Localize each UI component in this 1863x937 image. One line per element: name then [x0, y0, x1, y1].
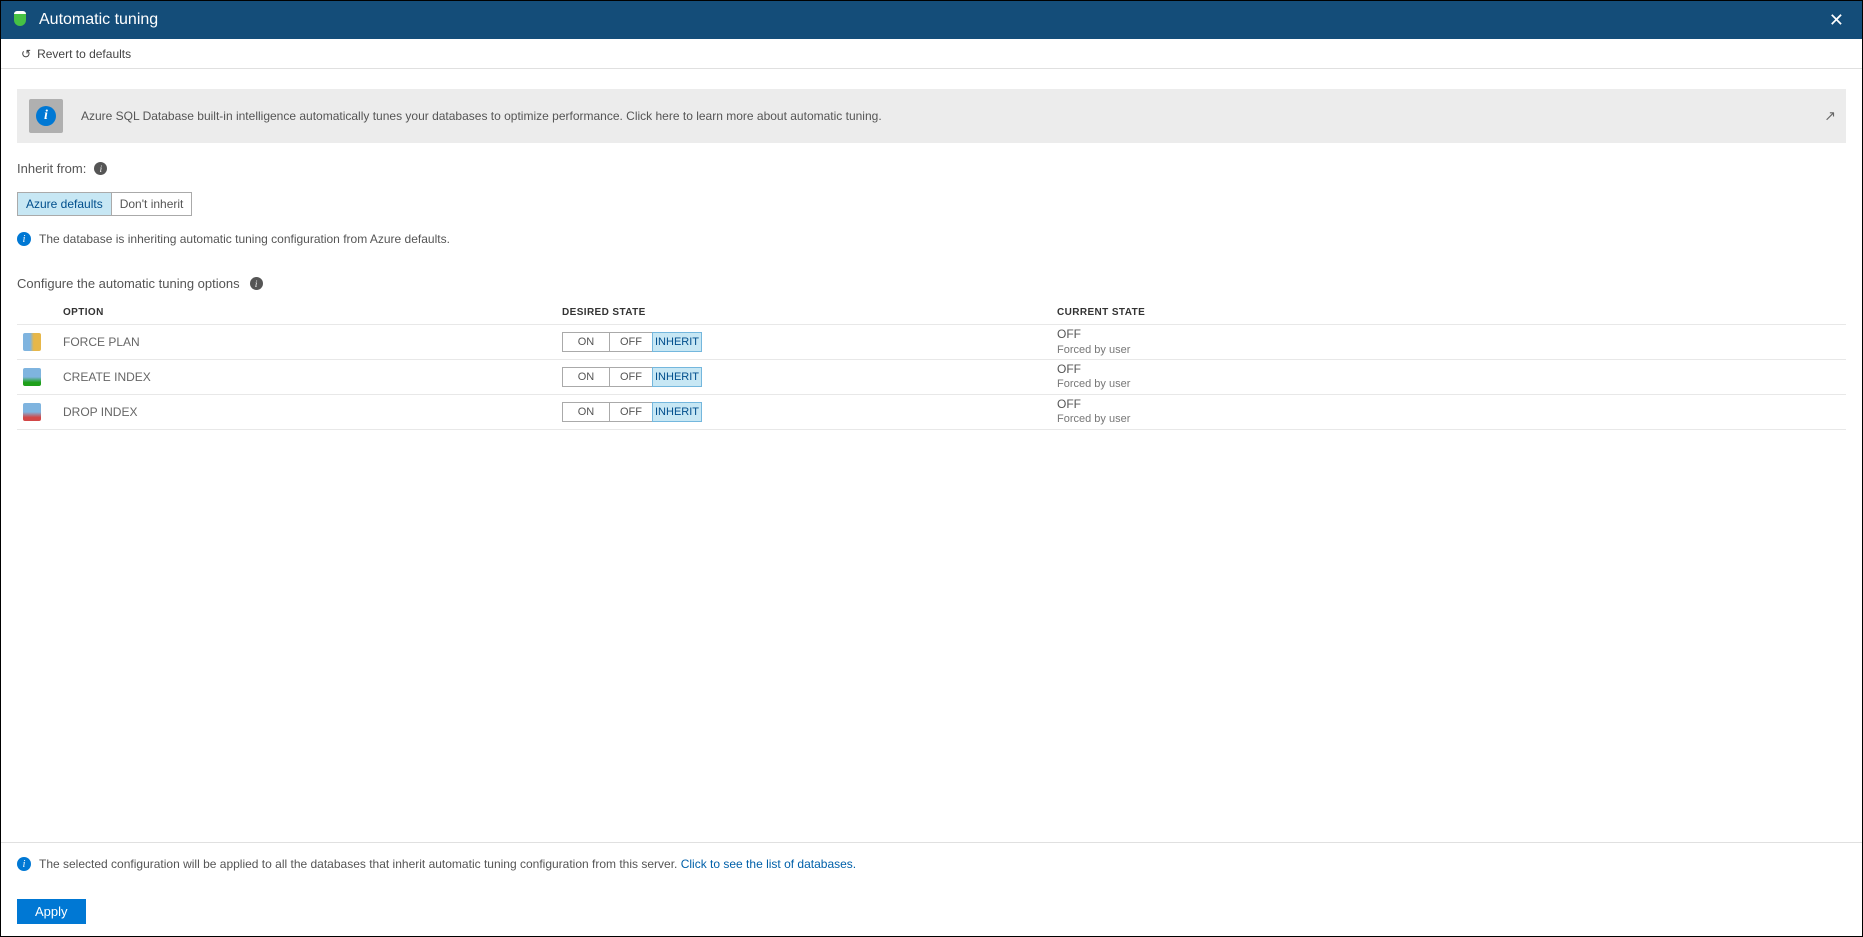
banner-text: Azure SQL Database built-in intelligence… — [81, 109, 882, 123]
drop-index-icon — [23, 403, 41, 421]
inherit-azure-defaults[interactable]: Azure defaults — [18, 193, 111, 215]
info-dot-icon[interactable]: i — [250, 277, 263, 290]
apply-button[interactable]: Apply — [17, 899, 86, 924]
force-plan-icon — [23, 333, 41, 351]
create-index-icon — [23, 368, 41, 386]
close-icon[interactable]: ✕ — [1821, 6, 1852, 35]
state-off[interactable]: OFF — [610, 367, 652, 387]
table-row: CREATE INDEX ON OFF INHERIT OFF Forced b… — [17, 360, 1846, 395]
header-option: OPTION — [17, 307, 562, 318]
info-badge: i — [29, 99, 63, 133]
table-row: DROP INDEX ON OFF INHERIT OFF Forced by … — [17, 395, 1846, 430]
state-on[interactable]: ON — [562, 402, 610, 422]
inherit-status: i The database is inheriting automatic t… — [17, 232, 1846, 246]
table-header: OPTION DESIRED STATE CURRENT STATE — [17, 301, 1846, 325]
inherit-dont-inherit[interactable]: Don't inherit — [111, 193, 192, 215]
undo-icon: ↺ — [21, 47, 31, 61]
state-on[interactable]: ON — [562, 332, 610, 352]
state-inherit[interactable]: INHERIT — [652, 402, 702, 422]
state-toggle: ON OFF INHERIT — [562, 402, 702, 422]
page-title: Automatic tuning — [39, 11, 158, 29]
state-inherit[interactable]: INHERIT — [652, 332, 702, 352]
info-banner[interactable]: i Azure SQL Database built-in intelligen… — [17, 89, 1846, 143]
state-off[interactable]: OFF — [610, 332, 652, 352]
toolbar: ↺ Revert to defaults — [1, 39, 1862, 69]
info-icon: i — [36, 106, 56, 126]
row-current-state: OFF Forced by user — [1057, 327, 1846, 357]
info-icon: i — [17, 857, 31, 871]
row-option-label: CREATE INDEX — [17, 368, 562, 386]
state-toggle: ON OFF INHERIT — [562, 332, 702, 352]
list-databases-link[interactable]: Click to see the list of databases. — [681, 857, 856, 871]
state-inherit[interactable]: INHERIT — [652, 367, 702, 387]
configure-label: Configure the automatic tuning options i — [17, 276, 1846, 291]
info-icon: i — [17, 232, 31, 246]
table-row: FORCE PLAN ON OFF INHERIT OFF Forced by … — [17, 325, 1846, 360]
row-current-state: OFF Forced by user — [1057, 362, 1846, 392]
inherit-toggle: Azure defaults Don't inherit — [17, 192, 192, 216]
info-dot-icon[interactable]: i — [94, 162, 107, 175]
state-on[interactable]: ON — [562, 367, 610, 387]
header-desired: DESIRED STATE — [562, 307, 1057, 318]
footer-message: i The selected configuration will be app… — [17, 857, 1846, 871]
header-current: CURRENT STATE — [1057, 307, 1846, 318]
row-current-state: OFF Forced by user — [1057, 397, 1846, 427]
row-desired-state: ON OFF INHERIT — [562, 402, 1057, 422]
revert-label: Revert to defaults — [37, 47, 131, 61]
app-icon — [11, 11, 29, 29]
inherit-from-label: Inherit from: i — [17, 161, 1846, 176]
content: i Azure SQL Database built-in intelligen… — [1, 69, 1862, 826]
revert-to-defaults-button[interactable]: ↺ Revert to defaults — [15, 43, 137, 65]
row-desired-state: ON OFF INHERIT — [562, 332, 1057, 352]
titlebar: Automatic tuning ✕ — [1, 1, 1862, 39]
state-toggle: ON OFF INHERIT — [562, 367, 702, 387]
row-option-label: FORCE PLAN — [17, 333, 562, 351]
row-option-label: DROP INDEX — [17, 403, 562, 421]
state-off[interactable]: OFF — [610, 402, 652, 422]
row-desired-state: ON OFF INHERIT — [562, 367, 1057, 387]
bottom-bar: i The selected configuration will be app… — [1, 842, 1862, 936]
popout-icon[interactable]: ↗ — [1824, 108, 1836, 125]
titlebar-left: Automatic tuning — [11, 11, 158, 29]
options-table: OPTION DESIRED STATE CURRENT STATE FORCE… — [17, 301, 1846, 430]
